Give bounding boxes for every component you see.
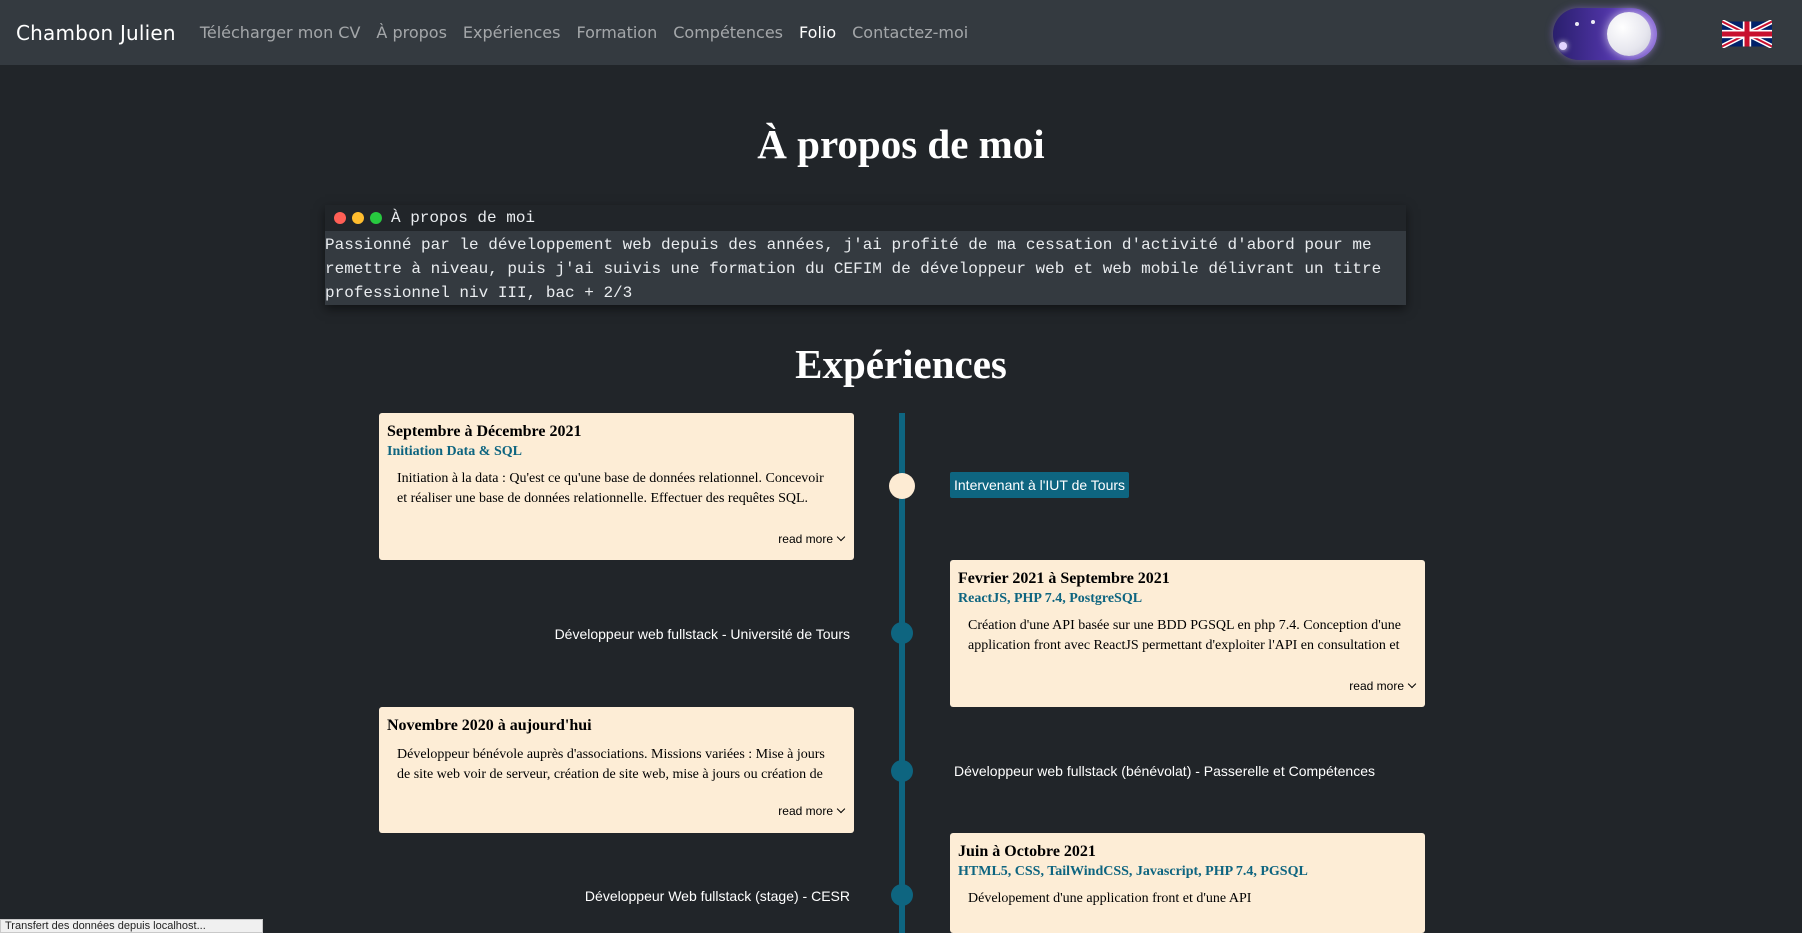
experience-description: Initiation à la data : Qu'est ce qu'une … — [397, 471, 824, 506]
nav-links: Télécharger mon CV À propos Expériences … — [200, 23, 984, 42]
minimize-dot-icon — [352, 212, 364, 224]
moon-icon — [1607, 12, 1651, 56]
experience-role: Développeur web fullstack - Université d… — [554, 626, 850, 642]
read-more-button[interactable]: read more — [1349, 679, 1417, 693]
browser-status-bar: Transfert des données depuis localhost..… — [0, 919, 263, 933]
experience-period: Novembre 2020 à aujourd'hui — [387, 717, 592, 734]
terminal-title: À propos de moi — [391, 209, 536, 227]
timeline-dot — [891, 622, 913, 644]
chevron-down-icon — [1407, 679, 1417, 689]
experience-description: Développeur bénévole auprès d'associatio… — [397, 747, 825, 782]
terminal-line: professionnel niv III, bac + 2/3 — [325, 284, 633, 302]
brand-link[interactable]: Chambon Julien — [16, 21, 176, 45]
experience-card: Novembre 2020 à aujourd'hui Développeur … — [379, 707, 854, 833]
terminal-body: Passionné par le développement web depui… — [325, 231, 1406, 305]
terminal-line: remettre à niveau, puis j'ai suivis une … — [325, 260, 1382, 278]
terminal-line: Passionné par le développement web depui… — [325, 236, 1372, 254]
experience-tech: ReactJS, PHP 7.4, PostgreSQL — [958, 591, 1143, 606]
experience-tech: Initiation Data & SQL — [387, 444, 522, 459]
read-more-label: read more — [778, 532, 833, 546]
experience-period: Fevrier 2021 à Septembre 2021 — [958, 570, 1170, 587]
experience-card: Fevrier 2021 à Septembre 2021 ReactJS, P… — [950, 560, 1425, 707]
experience-role: Développeur web fullstack (bénévolat) - … — [954, 763, 1375, 779]
timeline-dot — [891, 760, 913, 782]
maximize-dot-icon — [370, 212, 382, 224]
experience-tech: HTML5, CSS, TailWindCSS, Javascript, PHP… — [958, 864, 1308, 879]
read-more-button[interactable]: read more — [778, 532, 846, 546]
chevron-down-icon — [836, 804, 846, 814]
nav-link-apropos[interactable]: À propos — [376, 23, 446, 42]
read-more-button[interactable]: read more — [778, 804, 846, 818]
nav-link-contact[interactable]: Contactez-moi — [852, 23, 968, 42]
nav-link-competences[interactable]: Compétences — [673, 23, 783, 42]
uk-flag-icon[interactable] — [1722, 20, 1772, 48]
nav-link-cv[interactable]: Télécharger mon CV — [200, 23, 361, 42]
timeline-dot — [891, 884, 913, 906]
experience-period: Juin à Octobre 2021 — [958, 843, 1096, 860]
close-dot-icon — [334, 212, 346, 224]
moon-toggle-icon[interactable] — [1553, 8, 1657, 60]
terminal-title-bar: À propos de moi — [325, 205, 1406, 231]
read-more-label: read more — [1349, 679, 1404, 693]
chevron-down-icon — [836, 532, 846, 542]
navbar: Chambon Julien Télécharger mon CV À prop… — [0, 0, 1802, 65]
about-heading: À propos de moi — [757, 121, 1045, 167]
experience-role: Intervenant à l'IUT de Tours — [950, 472, 1130, 498]
nav-link-folio[interactable]: Folio — [799, 23, 836, 42]
experience-description: Création d'une API basée sur une BDD PGS… — [968, 618, 1402, 653]
timeline-dot — [889, 473, 915, 499]
experience-period: Septembre à Décembre 2021 — [387, 423, 582, 440]
read-more-label: read more — [778, 804, 833, 818]
experience-role: Développeur Web fullstack (stage) - CESR — [584, 888, 850, 904]
experience-card: Septembre à Décembre 2021 Initiation Dat… — [379, 413, 854, 560]
nav-link-experiences[interactable]: Expériences — [463, 23, 561, 42]
nav-link-formation[interactable]: Formation — [576, 23, 657, 42]
about-terminal: À propos de moi Passionné par le dévelop… — [325, 205, 1406, 305]
experiences-heading: Expériences — [795, 341, 1007, 387]
experience-description: Dévelopement d'une application front et … — [968, 891, 1252, 906]
experience-card: Juin à Octobre 2021 HTML5, CSS, TailWind… — [950, 833, 1425, 933]
